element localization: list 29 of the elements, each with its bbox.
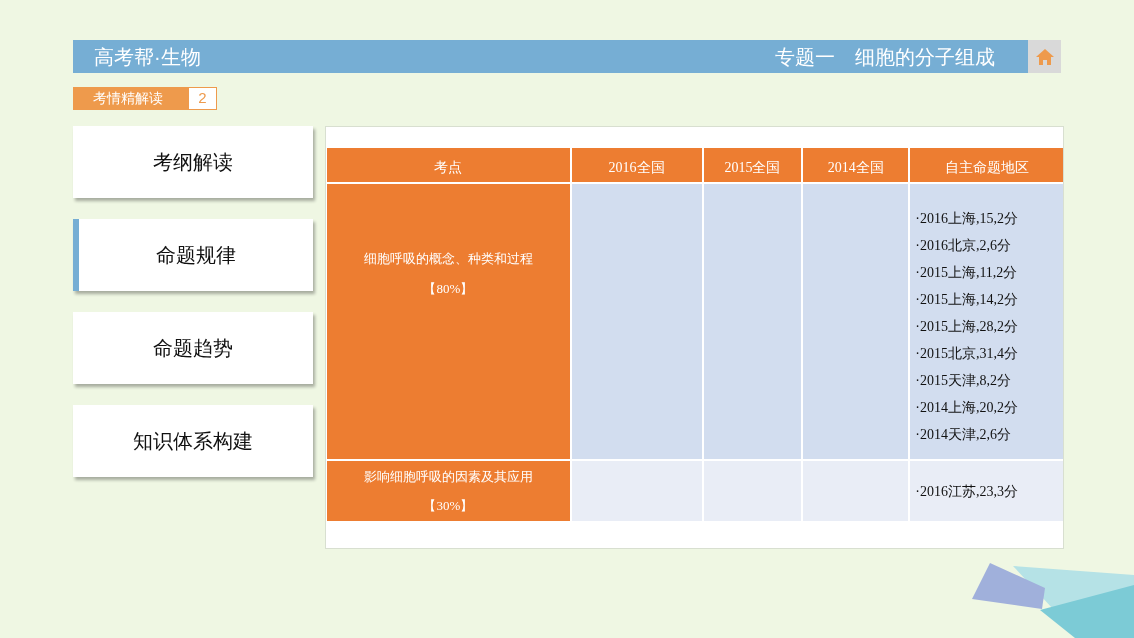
region-entry: ·2015上海,11,2分	[915, 264, 1019, 282]
region-entry: ·2014天津,2,6分	[915, 426, 1012, 444]
page-number: 2	[188, 87, 217, 110]
region-entry: ·2015上海,14,2分	[915, 291, 1019, 309]
sidebar-item[interactable]: 命题趋势	[73, 312, 313, 384]
brand-title: 高考帮·生物	[94, 44, 201, 70]
column-header: 考点	[327, 148, 570, 182]
weight-text: 【30%】	[423, 497, 474, 515]
region-entry: ·2016上海,15,2分	[915, 210, 1019, 228]
column-header: 2016全国	[571, 148, 702, 182]
topic-text: 影响细胞呼吸的因素及其应用	[363, 467, 533, 486]
region-entry: ·2016江苏,23,3分	[915, 482, 1019, 501]
region-entry: ·2015天津,8,2分	[915, 372, 1012, 390]
sidebar-item[interactable]: 考纲解读	[73, 126, 313, 198]
home-icon	[1034, 47, 1055, 66]
home-button[interactable]	[1028, 40, 1061, 73]
region-entry: ·2015上海,28,2分	[915, 318, 1019, 336]
column-header: 自主命题地区	[910, 148, 1063, 182]
section-tag: 考情精解读	[73, 87, 188, 110]
region-entry: ·2014上海,20,2分	[915, 399, 1019, 417]
weight-text: 【80%】	[423, 279, 474, 298]
sidebar-item[interactable]: 命题规律	[73, 219, 313, 291]
region-entry: ·2015北京,31,4分	[915, 345, 1019, 363]
column-header: 2015全国	[703, 148, 802, 182]
topic-title: 专题一 细胞的分子组成	[775, 44, 995, 70]
topic-text: 细胞呼吸的概念、种类和过程	[363, 250, 533, 268]
column-header: 2014全国	[803, 148, 909, 182]
region-entry: ·2016北京,2,6分	[915, 237, 1012, 255]
sidebar-item[interactable]: 知识体系构建	[73, 405, 313, 477]
